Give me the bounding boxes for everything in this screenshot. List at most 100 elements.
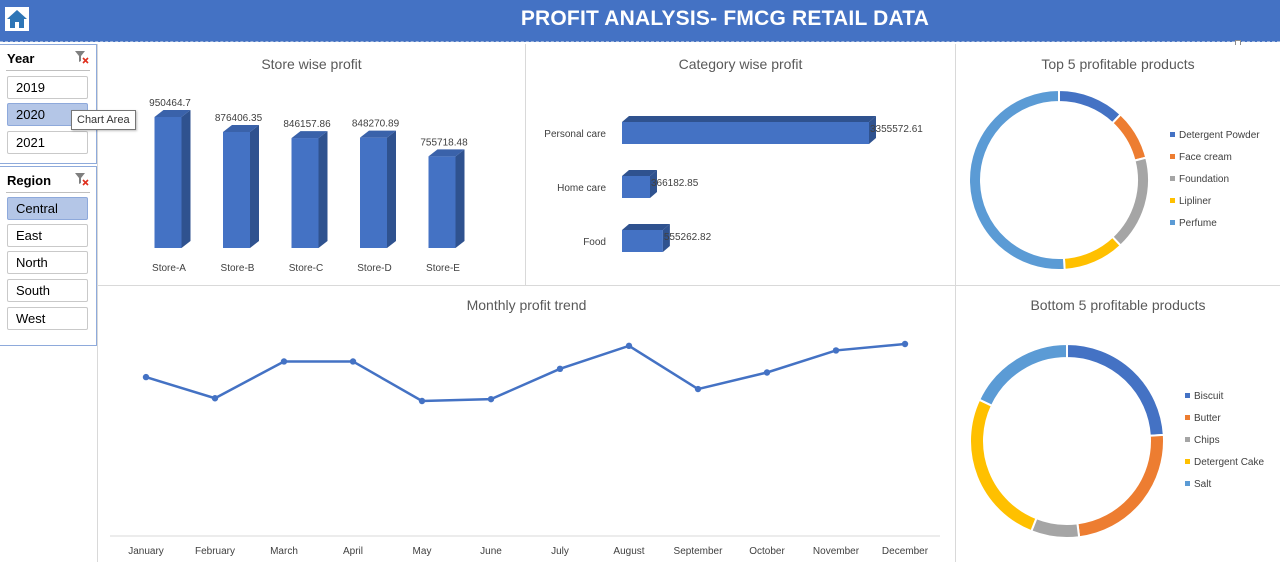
trend-point — [901, 340, 909, 348]
slicer-item-2021[interactable]: 2021 — [7, 131, 88, 154]
month-tick-label: January — [128, 546, 164, 557]
store-bar — [360, 137, 387, 248]
store-bar-side — [455, 149, 465, 248]
category-tick-label: Personal care — [544, 129, 606, 140]
category-profit-chart[interactable]: Category wise profit 3355572.61 Personal … — [526, 45, 955, 285]
store-profit-svg: 950464.7 Store-A 876406.35 Store-B 846157.86… — [149, 98, 468, 274]
store-data-label: 950464.7 — [149, 98, 191, 109]
category-data-label: 3355572.61 — [870, 124, 923, 135]
store-bar-side — [181, 110, 191, 248]
category-tick-label: Food — [583, 237, 606, 248]
legend-swatch — [1185, 459, 1190, 464]
store-bar — [428, 156, 456, 248]
legend-swatch — [1170, 198, 1175, 203]
dashboard-header: PROFIT ANALYSIS- FMCG RETAIL DATA — [0, 0, 1280, 42]
trend-point — [418, 397, 426, 405]
slicer-item-2019[interactable]: 2019 — [7, 76, 88, 99]
region-slicer-header: Region — [6, 167, 90, 193]
store-tick-label: Store-A — [152, 263, 186, 274]
top5-donut-svg: Detergent Powder Face cream Foundation Lipl… — [968, 88, 1260, 271]
bottom5-products-chart[interactable]: Bottom 5 profitable products Biscuit Butt… — [956, 286, 1280, 562]
trend-point — [487, 395, 495, 403]
filter-clear-icon[interactable] — [74, 171, 90, 187]
store-tick-label: Store-C — [289, 263, 323, 274]
legend-label: Salt — [1194, 479, 1211, 490]
monthly-trend-chart[interactable]: Monthly profit trend January February Marc… — [98, 286, 955, 562]
trend-point — [832, 347, 840, 354]
donut-slice — [1062, 235, 1123, 271]
region-slicer: Region Central East North South West — [0, 166, 97, 346]
month-tick-label: August — [613, 546, 644, 557]
category-profit-svg: 3355572.61 Personal care 366182.85 Home car… — [544, 116, 923, 252]
trend-point — [211, 395, 219, 402]
category-data-label: 555262.82 — [664, 232, 712, 243]
donut-slice — [968, 88, 1066, 271]
month-tick-label: September — [674, 546, 724, 557]
category-bar — [622, 176, 650, 198]
trend-point — [142, 373, 150, 381]
trend-point — [625, 342, 633, 350]
trend-point — [556, 365, 564, 373]
month-tick-label: February — [195, 546, 235, 557]
region-slicer-title: Region — [7, 173, 52, 188]
trend-point — [763, 369, 771, 376]
legend-swatch — [1185, 481, 1190, 486]
store-tick-label: Store-B — [221, 263, 255, 274]
legend-label: Detergent Powder — [1179, 130, 1260, 141]
slicer-item-east[interactable]: East — [7, 224, 88, 247]
monthly-chart-title: Monthly profit trend — [466, 297, 587, 313]
legend-swatch — [1185, 415, 1190, 420]
store-data-label: 846157.86 — [283, 119, 331, 130]
store-bar-side — [250, 124, 259, 248]
top5-products-chart[interactable]: Top 5 profitable products Detergent Powd… — [956, 45, 1280, 285]
slicer-item-west[interactable]: West — [7, 307, 88, 330]
store-data-label: 876406.35 — [215, 113, 263, 124]
donut-slice — [1110, 112, 1148, 162]
month-tick-label: December — [882, 546, 929, 557]
month-tick-label: May — [413, 546, 432, 557]
trend-point — [349, 358, 357, 365]
trend-point — [694, 385, 702, 393]
month-tick-label: November — [813, 546, 860, 557]
donut-slice — [1029, 516, 1081, 539]
legend-label: Biscuit — [1194, 391, 1224, 402]
legend-swatch — [1170, 220, 1175, 225]
bottom5-chart-title: Bottom 5 profitable products — [1030, 297, 1206, 313]
store-bar-side — [387, 130, 396, 248]
store-profit-chart[interactable]: Store wise profit 950464.7 Store-A 876406.… — [98, 45, 525, 285]
slicer-item-north[interactable]: North — [7, 251, 88, 274]
legend-swatch — [1170, 154, 1175, 159]
legend-swatch — [1185, 437, 1190, 442]
month-tick-label: March — [270, 546, 298, 557]
month-tick-label: July — [551, 546, 569, 557]
donut-slice — [1076, 433, 1165, 539]
store-bar — [154, 117, 182, 248]
slicer-item-central[interactable]: Central — [7, 197, 88, 220]
trend-point — [280, 358, 288, 365]
store-data-label: 848270.89 — [352, 119, 400, 130]
month-tick-label: April — [343, 546, 363, 557]
store-bar — [223, 131, 250, 248]
month-tick-label: June — [480, 546, 502, 557]
category-tick-label: Home care — [557, 183, 606, 194]
store-tick-label: Store-D — [357, 263, 391, 274]
slicer-item-south[interactable]: South — [7, 279, 88, 302]
store-bar — [291, 138, 319, 248]
store-data-label: 755718.48 — [420, 137, 468, 148]
category-bar — [622, 230, 663, 252]
donut-slice — [977, 342, 1068, 407]
filter-clear-icon[interactable] — [74, 49, 90, 65]
legend-swatch — [1170, 132, 1175, 137]
chart-area-tooltip: Chart Area — [71, 110, 136, 130]
donut-slice — [1058, 88, 1123, 125]
page-title: PROFIT ANALYSIS- FMCG RETAIL DATA — [520, 7, 930, 30]
donut-slice — [1066, 342, 1165, 437]
year-slicer-header: Year — [6, 45, 90, 71]
donut-slice — [969, 398, 1038, 533]
bottom5-donut-svg: Biscuit Butter Chips Detergent Cake Salt — [969, 342, 1264, 539]
trend-line — [145, 342, 906, 403]
legend-label: Chips — [1194, 435, 1220, 446]
legend-label: Foundation — [1179, 174, 1229, 185]
legend-label: Detergent Cake — [1194, 457, 1264, 468]
category-bar-top — [622, 116, 876, 122]
